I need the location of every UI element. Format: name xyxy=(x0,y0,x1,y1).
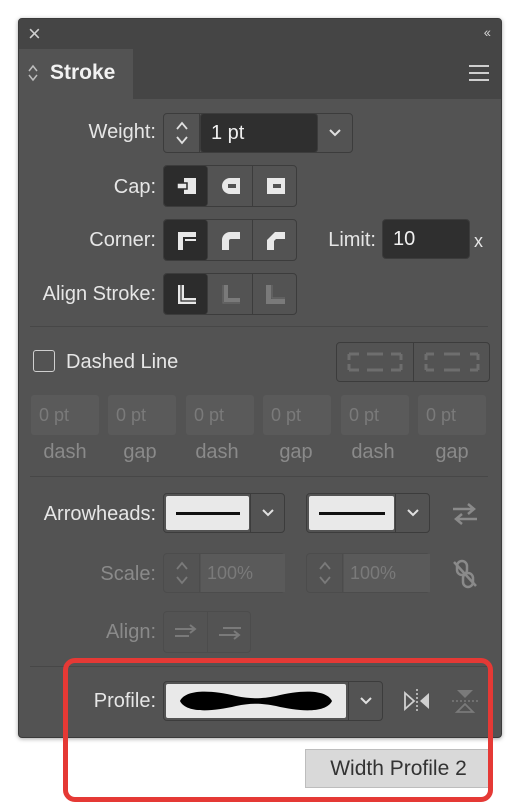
preserve-dash-button[interactable] xyxy=(337,343,414,381)
arrow-tip-place-icon xyxy=(218,627,241,640)
dash-2-caption: dash xyxy=(195,441,239,463)
gap-3-caption: gap xyxy=(435,441,469,463)
start-scale-stepper[interactable] xyxy=(164,554,200,592)
end-scale-input[interactable]: 100% xyxy=(344,554,430,592)
gap-2-caption: gap xyxy=(279,441,313,463)
butt-cap-button[interactable] xyxy=(164,166,208,206)
gap-2-input[interactable]: 0 pt xyxy=(263,395,331,435)
place-arrow-tip-button[interactable] xyxy=(208,612,251,652)
weight-input[interactable]: 1 pt xyxy=(200,113,318,153)
align-inside-icon xyxy=(222,285,240,304)
round-join-icon xyxy=(222,232,240,250)
gap-3-input[interactable]: 0 pt xyxy=(418,395,486,435)
align-label: Align: xyxy=(105,621,156,643)
dashed-line-label: Dashed Line xyxy=(66,351,179,373)
panel-menu-icon[interactable] xyxy=(469,65,489,86)
align-outside-button[interactable] xyxy=(253,274,297,314)
arrow-tip-extend-icon xyxy=(174,624,197,637)
limit-label: Limit: xyxy=(328,229,376,251)
start-scale-input[interactable]: 100% xyxy=(201,554,285,592)
end-arrowhead-select[interactable] xyxy=(306,493,430,533)
chevron-down-icon xyxy=(261,509,274,517)
weight-dropdown[interactable] xyxy=(318,114,352,152)
arrow-align-buttons xyxy=(163,611,251,653)
round-join-button[interactable] xyxy=(208,220,253,260)
close-icon[interactable]: × xyxy=(28,22,41,46)
arrowheads-label: Arrowheads: xyxy=(43,503,156,525)
expand-collapse-icon[interactable] xyxy=(27,63,39,83)
end-arrowhead-dropdown[interactable] xyxy=(395,494,429,532)
scale-label: Scale: xyxy=(100,563,156,585)
start-arrowhead-preview xyxy=(166,496,249,530)
start-arrowhead-select[interactable] xyxy=(163,493,285,533)
dash-1-caption: dash xyxy=(43,441,87,463)
align-dash-button[interactable] xyxy=(414,343,490,381)
weight-control: 1 pt xyxy=(163,113,353,153)
round-cap-button[interactable] xyxy=(208,166,253,206)
link-scale-icon[interactable] xyxy=(450,558,480,590)
panel-tabbar: Stroke xyxy=(19,49,501,99)
align-center-icon xyxy=(177,285,196,304)
end-scale-stepper[interactable] xyxy=(307,554,343,592)
stepper-icon xyxy=(175,121,188,145)
align-outside-icon xyxy=(266,285,285,304)
align-dash-icon xyxy=(424,352,480,372)
weight-stepper[interactable] xyxy=(164,114,200,152)
end-scale-control: 100% xyxy=(306,553,430,593)
separator xyxy=(30,326,488,327)
dashed-line-checkbox[interactable] xyxy=(33,350,55,372)
preserve-dash-icon xyxy=(347,352,403,372)
dash-align-buttons xyxy=(336,342,490,382)
corner-label: Corner: xyxy=(89,229,156,251)
gap-1-caption: gap xyxy=(123,441,157,463)
tab-label: Stroke xyxy=(50,61,116,84)
corner-buttons xyxy=(163,219,297,261)
round-cap-icon xyxy=(222,178,240,194)
miter-join-icon xyxy=(177,232,196,250)
align-center-button[interactable] xyxy=(164,274,208,314)
projecting-cap-button[interactable] xyxy=(253,166,297,206)
bevel-join-icon xyxy=(267,232,285,250)
dash-3-input[interactable]: 0 pt xyxy=(341,395,409,435)
miter-limit-input[interactable]: 10 xyxy=(382,219,470,259)
collapse-icon[interactable]: ‹‹ xyxy=(484,24,491,40)
chevron-down-icon xyxy=(329,129,341,137)
align-stroke-label: Align Stroke: xyxy=(42,283,156,305)
projecting-cap-icon xyxy=(267,178,285,194)
dash-1-input[interactable]: 0 pt xyxy=(31,395,99,435)
swap-arrowheads-icon[interactable] xyxy=(450,500,480,528)
extend-arrow-tip-button[interactable] xyxy=(164,612,208,652)
end-arrowhead-preview xyxy=(309,496,394,530)
miter-join-button[interactable] xyxy=(164,220,208,260)
highlight-box xyxy=(63,658,493,802)
tab-stroke[interactable]: Stroke xyxy=(19,49,133,99)
gap-1-input[interactable]: 0 pt xyxy=(108,395,176,435)
dash-3-caption: dash xyxy=(351,441,395,463)
panel-titlebar: × ‹‹ xyxy=(19,19,501,49)
weight-label: Weight: xyxy=(88,121,156,143)
stepper-icon xyxy=(175,561,188,585)
align-inside-button[interactable] xyxy=(208,274,253,314)
start-scale-control: 100% xyxy=(163,553,285,593)
cap-label: Cap: xyxy=(113,176,156,198)
cap-buttons xyxy=(163,165,297,207)
chevron-down-icon xyxy=(406,509,419,517)
start-arrowhead-dropdown[interactable] xyxy=(250,494,284,532)
separator xyxy=(30,476,488,477)
dash-2-input[interactable]: 0 pt xyxy=(186,395,254,435)
limit-unit: x xyxy=(474,231,483,251)
align-stroke-buttons xyxy=(163,273,297,315)
bevel-join-button[interactable] xyxy=(253,220,297,260)
butt-cap-icon xyxy=(175,178,196,194)
stepper-icon xyxy=(318,561,331,585)
